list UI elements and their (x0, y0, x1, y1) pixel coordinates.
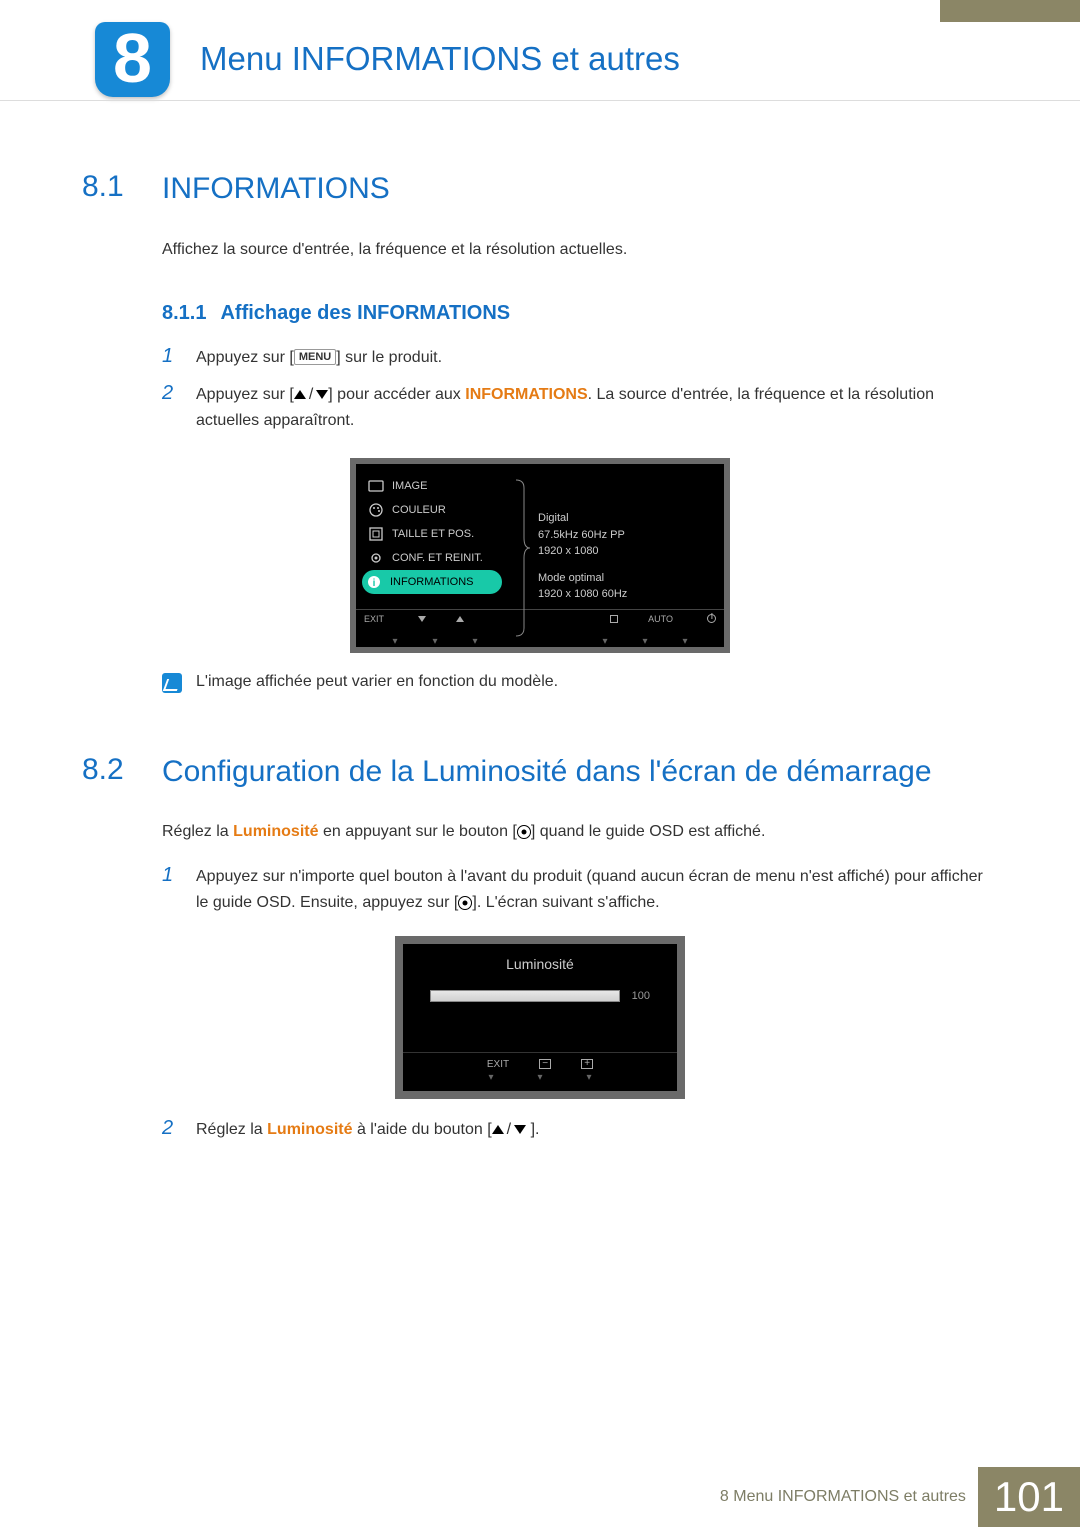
osd-screenshot: IMAGE COULEUR TAILLE ET POS. CONF. ET RE… (350, 458, 730, 653)
gear-icon (368, 550, 384, 566)
osd-menu-item: TAILLE ET POS. (364, 522, 524, 546)
section-number: 8.2 (82, 753, 162, 787)
up-down-icon: / (294, 382, 328, 408)
step-number: 1 (162, 864, 196, 887)
brightness-button-bar: EXIT − + (403, 1052, 677, 1072)
palette-icon (368, 502, 384, 518)
section-title: INFORMATIONS (162, 170, 390, 208)
header-accent-bar (940, 0, 1080, 22)
brightness-bar (430, 990, 620, 1002)
down-icon (418, 616, 426, 622)
note-text: L'image affichée peut varier en fonction… (196, 673, 558, 691)
chapter-title: Menu INFORMATIONS et autres (200, 40, 680, 78)
footer-chapter-label: 8 Menu INFORMATIONS et autres (708, 1472, 978, 1522)
circle-button-icon (517, 825, 531, 839)
power-icon (707, 614, 716, 623)
menu-button-label: MENU (294, 349, 336, 365)
section-number: 8.1 (82, 170, 162, 204)
subsection-title: Affichage des INFORMATIONS (220, 302, 510, 325)
svg-text:i: i (373, 578, 376, 589)
note-icon (162, 673, 182, 693)
up-down-icon: / (492, 1117, 526, 1143)
osd-menu-item: COULEUR (364, 498, 524, 522)
section-intro: Affichez la source d'entrée, la fréquenc… (162, 238, 998, 262)
brightness-title: Luminosité (403, 944, 677, 990)
step-number: 1 (162, 345, 196, 368)
divider (0, 100, 1080, 101)
step-text: Appuyez sur [/] pour accéder aux INFORMA… (196, 382, 998, 433)
circle-button-icon (458, 896, 472, 910)
osd-button-bar: EXIT AUTO (356, 609, 724, 636)
osd-menu-item: CONF. ET REINIT. (364, 546, 524, 570)
osd-info-panel: Digital 67.5kHz 60Hz PP 1920 x 1080 Mode… (524, 474, 716, 603)
chapter-number-badge: 8 (95, 22, 170, 97)
info-icon: i (366, 574, 382, 590)
step-text: Appuyez sur [MENU] sur le produit. (196, 345, 442, 371)
resize-icon (368, 526, 384, 542)
osd-tick-marks: ▾▾▾▾▾▾ (356, 636, 724, 647)
up-icon (456, 616, 464, 622)
brightness-popup: Luminosité 100 EXIT − + ▾▾▾ (395, 936, 685, 1099)
step-number: 2 (162, 1117, 196, 1140)
footer-page-number: 101 (978, 1467, 1080, 1527)
osd-menu-item: IMAGE (364, 474, 524, 498)
section-intro: Réglez la Luminosité en appuyant sur le … (162, 820, 998, 844)
image-icon (368, 478, 384, 494)
section-title: Configuration de la Luminosité dans l'éc… (162, 753, 932, 791)
enter-icon (610, 615, 618, 623)
brightness-value: 100 (626, 990, 650, 1002)
subsection-number: 8.1.1 (162, 302, 206, 325)
osd-menu-item-selected: i INFORMATIONS (362, 570, 502, 594)
step-number: 2 (162, 382, 196, 405)
step-text: Appuyez sur n'importe quel bouton à l'av… (196, 864, 998, 915)
plus-icon: + (581, 1059, 593, 1069)
minus-icon: − (539, 1059, 551, 1069)
step-text: Réglez la Luminosité à l'aide du bouton … (196, 1117, 539, 1143)
osd-bracket (514, 478, 530, 603)
